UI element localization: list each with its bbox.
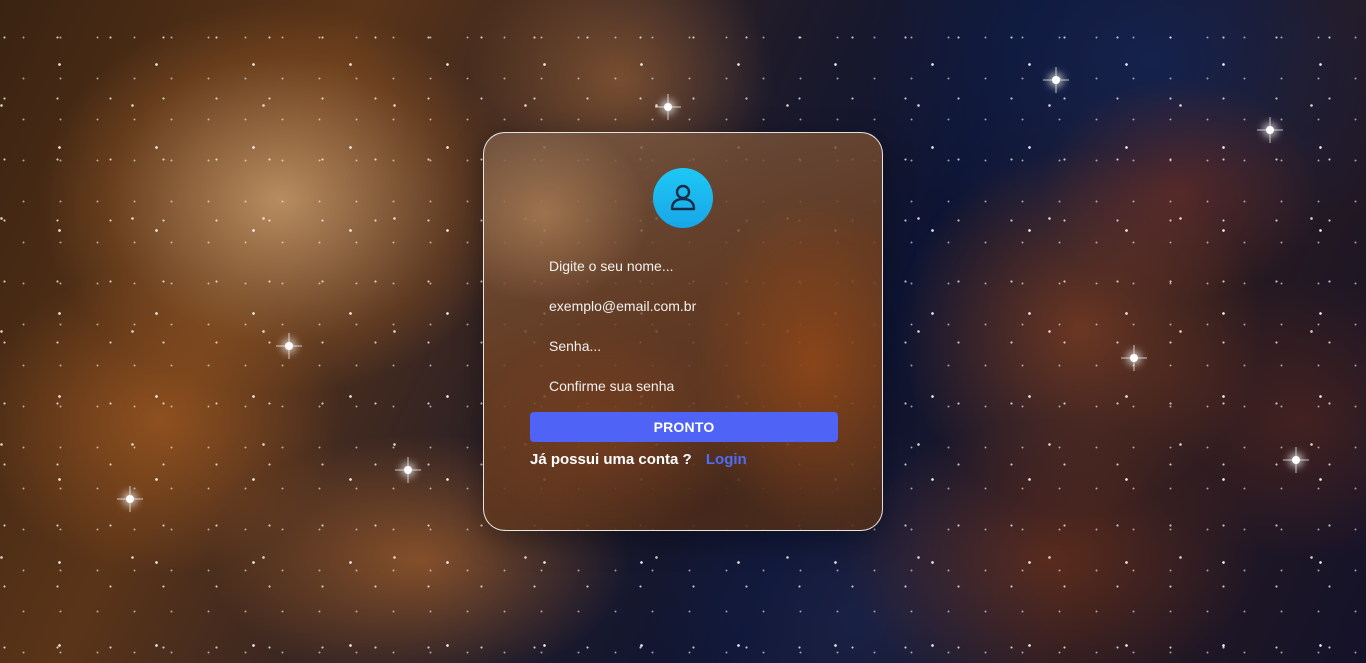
- have-account-text: Já possui uma conta ?: [530, 451, 692, 468]
- login-prompt: Já possui uma conta ? Login: [530, 451, 747, 468]
- star-flare: [664, 103, 672, 111]
- star-flare: [404, 466, 412, 474]
- star-flare: [1130, 354, 1138, 362]
- user-icon-glyph: [670, 184, 696, 211]
- login-link[interactable]: Login: [706, 451, 747, 468]
- star-flare: [1292, 456, 1300, 464]
- star-flare: [1266, 126, 1274, 134]
- star-flare: [285, 342, 293, 350]
- confirm-password-input[interactable]: [530, 370, 838, 402]
- name-input[interactable]: [530, 250, 838, 282]
- submit-button[interactable]: PRONTO: [530, 412, 838, 442]
- star-flare: [126, 495, 134, 503]
- register-card: PRONTO Já possui uma conta ? Login: [483, 132, 883, 531]
- user-icon: [653, 168, 713, 228]
- email-input[interactable]: [530, 290, 838, 322]
- password-input[interactable]: [530, 330, 838, 362]
- star-flare: [1052, 76, 1060, 84]
